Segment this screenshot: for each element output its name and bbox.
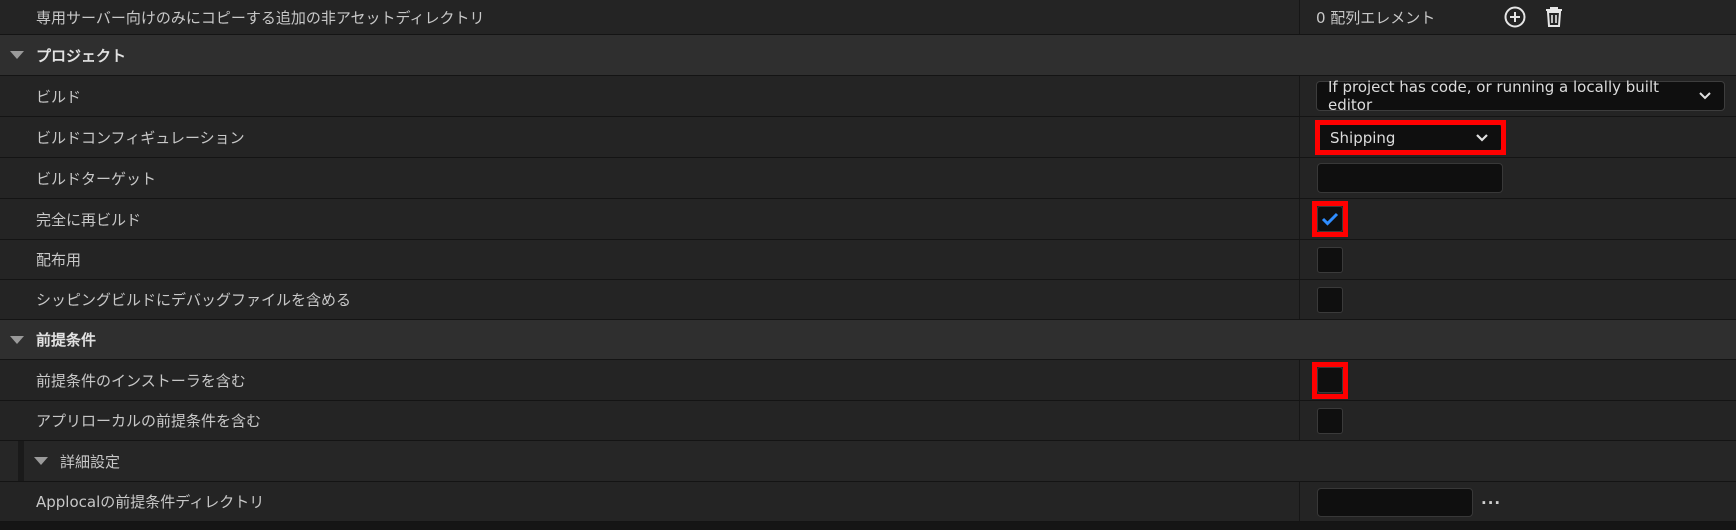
expand-triangle-icon[interactable] bbox=[10, 335, 24, 344]
row-for-distribution: 配布用 bbox=[0, 240, 1736, 280]
include-applocal-checkbox[interactable] bbox=[1317, 408, 1343, 434]
row-build-config: ビルドコンフィギュレーション Shipping bbox=[0, 117, 1736, 158]
category-prerequisites[interactable]: 前提条件 bbox=[0, 320, 1736, 360]
build-label: ビルド bbox=[36, 87, 82, 106]
column-splitter bbox=[1299, 401, 1300, 440]
delete-icon[interactable] bbox=[1542, 5, 1566, 29]
row-build-target: ビルドターゲット bbox=[0, 158, 1736, 199]
chevron-down-icon bbox=[1699, 92, 1711, 100]
build-target-label: ビルドターゲット bbox=[36, 169, 157, 188]
category-project[interactable]: プロジェクト bbox=[0, 35, 1736, 76]
column-splitter bbox=[1299, 280, 1300, 319]
column-splitter bbox=[1299, 76, 1300, 116]
build-config-value: Shipping bbox=[1330, 128, 1396, 147]
column-splitter bbox=[1299, 199, 1300, 239]
array-count: 0 配列エレメント bbox=[1316, 8, 1436, 27]
build-value: If project has code, or running a locall… bbox=[1328, 78, 1660, 114]
category-prerequisites-label: 前提条件 bbox=[36, 331, 97, 349]
full-rebuild-label: 完全に再ビルド bbox=[36, 210, 142, 229]
column-splitter bbox=[1299, 158, 1300, 198]
build-combo[interactable]: If project has code, or running a locall… bbox=[1316, 78, 1725, 114]
expand-triangle-icon[interactable] bbox=[34, 457, 48, 465]
row-extra-dirs: 専用サーバー向けのみにコピーする追加の非アセットディレクトリ 0 配列エレメント bbox=[0, 0, 1736, 35]
column-splitter bbox=[1299, 240, 1300, 279]
include-installer-checkbox[interactable] bbox=[1317, 367, 1343, 393]
indent-bar bbox=[18, 441, 24, 481]
build-config-label: ビルドコンフィギュレーション bbox=[36, 128, 245, 147]
include-applocal-label: アプリローカルの前提条件を含む bbox=[36, 412, 262, 430]
applocal-dir-label: Applocalの前提条件ディレクトリ bbox=[36, 493, 265, 511]
build-config-combo[interactable]: Shipping bbox=[1318, 123, 1502, 152]
browse-button[interactable]: ... bbox=[1481, 490, 1501, 508]
row-full-rebuild: 完全に再ビルド bbox=[0, 199, 1736, 240]
applocal-dir-input[interactable] bbox=[1317, 488, 1473, 517]
details-panel: 専用サーバー向けのみにコピーする追加の非アセットディレクトリ 0 配列エレメント… bbox=[0, 0, 1736, 530]
category-project-label: プロジェクト bbox=[36, 46, 127, 65]
column-splitter bbox=[1299, 360, 1300, 400]
column-splitter[interactable] bbox=[1299, 0, 1300, 34]
expand-triangle-icon[interactable] bbox=[10, 51, 24, 59]
column-splitter bbox=[1299, 117, 1300, 157]
column-splitter bbox=[1299, 482, 1300, 521]
include-installer-label: 前提条件のインストーラを含む bbox=[36, 371, 246, 390]
include-debug-checkbox[interactable] bbox=[1317, 287, 1343, 313]
for-distribution-label: 配布用 bbox=[36, 251, 82, 269]
chevron-down-icon bbox=[1476, 133, 1488, 142]
category-advanced-label: 詳細設定 bbox=[60, 452, 121, 471]
add-icon[interactable] bbox=[1503, 5, 1527, 29]
panel-bottom-edge bbox=[0, 522, 1736, 530]
checkmark-icon bbox=[1321, 212, 1339, 226]
extra-dirs-label: 専用サーバー向けのみにコピーする追加の非アセットディレクトリ bbox=[36, 8, 485, 27]
row-include-applocal: アプリローカルの前提条件を含む bbox=[0, 401, 1736, 441]
full-rebuild-checkbox[interactable] bbox=[1317, 206, 1343, 232]
row-include-debug: シッピングビルドにデバッグファイルを含める bbox=[0, 280, 1736, 320]
build-target-input[interactable] bbox=[1317, 163, 1503, 193]
row-applocal-dir: Applocalの前提条件ディレクトリ ... bbox=[0, 482, 1736, 522]
for-distribution-checkbox[interactable] bbox=[1317, 247, 1343, 273]
include-debug-label: シッピングビルドにデバッグファイルを含める bbox=[36, 291, 352, 309]
row-include-installer: 前提条件のインストーラを含む bbox=[0, 360, 1736, 401]
row-build: ビルド If project has code, or running a lo… bbox=[0, 76, 1736, 117]
category-advanced[interactable]: 詳細設定 bbox=[0, 441, 1736, 482]
